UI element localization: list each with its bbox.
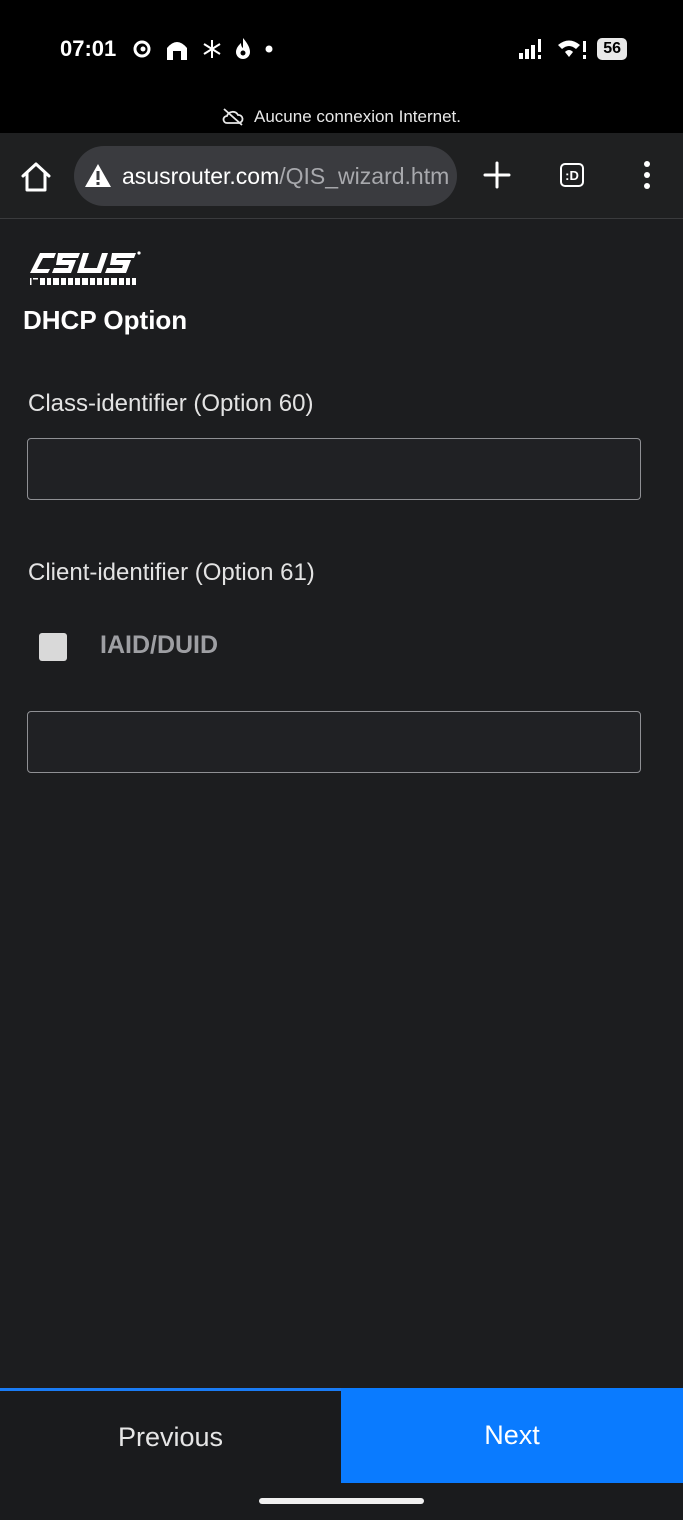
url-host: asusrouter.com (122, 162, 280, 189)
next-button[interactable]: Next (341, 1388, 683, 1483)
asus-logo (30, 251, 141, 286)
url-path: /QIS_wizard.htm (279, 162, 450, 189)
page-content: DHCP Option Class-identifier (Option 60)… (0, 219, 683, 1389)
home-app-icon (167, 42, 187, 60)
page-title: DHCP Option (23, 305, 188, 335)
address-bar[interactable]: asusrouter.com/QIS_wizard.htm (74, 146, 457, 206)
iaid-duid-label[interactable]: IAID/DUID (100, 631, 218, 660)
more-menu-icon[interactable] (637, 159, 657, 191)
cloud-off-icon (222, 107, 244, 126)
class-identifier-input[interactable] (27, 438, 641, 500)
wizard-footer: Previous Next (0, 1388, 683, 1520)
client-identifier-label: Client-identifier (Option 61) (28, 559, 315, 586)
clock: 07:01 (60, 36, 117, 61)
battery-indicator: 56 (597, 38, 627, 60)
offline-banner: Aucune connexion Internet. (0, 100, 683, 133)
client-identifier-input[interactable] (27, 711, 641, 773)
more-notifications-dot-icon (265, 45, 273, 53)
class-identifier-label: Class-identifier (Option 60) (28, 390, 314, 417)
status-bar: 07:01 56 (0, 0, 683, 100)
warning-icon[interactable] (84, 162, 112, 190)
gesture-home-indicator[interactable] (259, 1498, 424, 1504)
threads-icon (133, 40, 151, 58)
new-tab-button[interactable] (481, 159, 513, 191)
tab-switcher-button[interactable]: :D (560, 163, 584, 187)
tab-switcher-label: :D (565, 167, 579, 183)
previous-button[interactable]: Previous (0, 1388, 341, 1483)
wifi-icon (558, 40, 587, 59)
browser-toolbar: asusrouter.com/QIS_wizard.htm :D (0, 133, 683, 219)
system-icons: 56 (519, 38, 627, 60)
notification-icons (132, 36, 274, 62)
home-button[interactable] (18, 159, 54, 195)
signal-icon (519, 39, 542, 59)
tinder-flame-icon (236, 38, 250, 59)
iaid-duid-checkbox[interactable] (39, 633, 67, 661)
snowflake-icon (203, 40, 221, 58)
offline-text: Aucune connexion Internet. (254, 106, 461, 126)
